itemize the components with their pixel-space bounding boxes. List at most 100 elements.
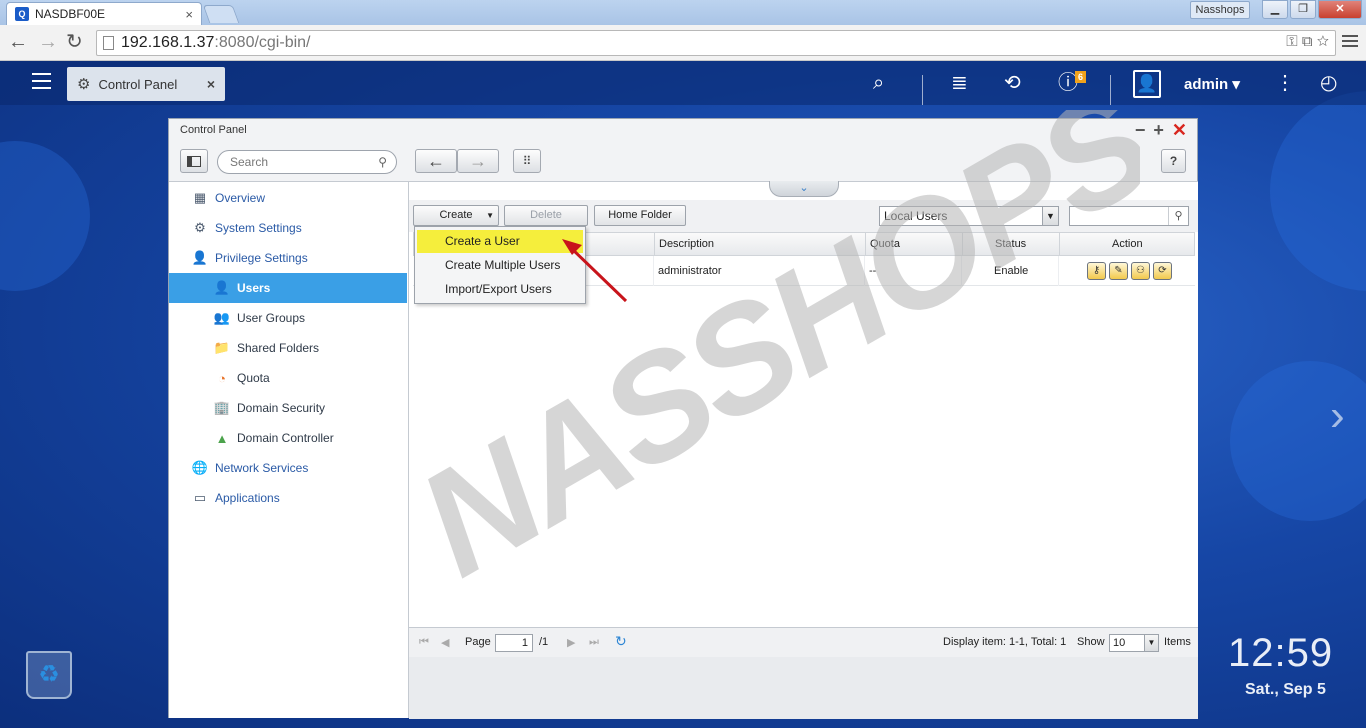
chrome-menu-icon[interactable] <box>1342 32 1358 52</box>
minimize-icon[interactable]: − <box>1135 120 1146 141</box>
sidebar-item-domain-controller[interactable]: ▲ Domain Controller <box>169 423 407 453</box>
apps-grid-button[interactable]: ⠿ <box>513 149 541 173</box>
sidebar-item-user-groups[interactable]: 👥 User Groups <box>169 303 407 333</box>
dropdown-arrow-icon: ▼ <box>486 211 494 220</box>
sidebar-item-network-services[interactable]: 🌐 Network Services <box>169 453 407 483</box>
filter-search-field[interactable]: ⚲ <box>1069 206 1189 226</box>
column-header-description[interactable]: Description <box>654 233 865 255</box>
tray-icon: ▭ <box>193 490 207 505</box>
forward-button[interactable]: → <box>457 149 499 173</box>
sidebar-item-users[interactable]: 👤 Users <box>169 273 407 303</box>
maximize-icon[interactable]: + <box>1153 120 1164 141</box>
edit-profile-icon[interactable]: ✎ <box>1109 262 1128 280</box>
sidebar-item-shared-folders[interactable]: 📁 Shared Folders <box>169 333 407 363</box>
menu-item-import-export-users[interactable]: Import/Export Users <box>417 278 583 301</box>
search-input[interactable] <box>230 155 370 169</box>
minimize-button[interactable]: ▁ <box>1262 0 1288 19</box>
url-host: 192.168.1.37 <box>121 34 215 51</box>
key-icon[interactable]: ⚿ <box>1286 33 1297 50</box>
collapse-panel-toggle[interactable]: ⌄ <box>769 181 839 197</box>
triangle-icon: ▲ <box>215 430 229 446</box>
create-button[interactable]: Create ▼ <box>413 205 499 226</box>
user-scope-select[interactable]: Local Users ▼ <box>879 206 1059 226</box>
more-options-icon[interactable]: ⋮ <box>1275 71 1295 95</box>
chevron-down-icon: ▼ <box>1144 635 1158 651</box>
translate-icon[interactable]: ⧉ <box>1302 33 1313 50</box>
notification-badge: 6 <box>1075 71 1087 83</box>
search-field[interactable]: ⚲ <box>217 150 397 174</box>
window-controls: − + ✕ <box>1135 120 1187 141</box>
close-tab-icon[interactable]: × <box>185 7 193 22</box>
dashboard-gauge-icon[interactable]: ◴ <box>1320 71 1337 95</box>
background-tasks-icon[interactable]: ≣ <box>951 71 968 95</box>
sidebar-item-overview[interactable]: ▦ Overview <box>169 183 407 213</box>
panel-bottom <box>409 657 1198 719</box>
column-header-status[interactable]: Status <box>962 233 1059 255</box>
items-per-page-value: 10 <box>1113 637 1126 649</box>
sidebar-item-applications[interactable]: ▭ Applications <box>169 483 407 513</box>
close-icon[interactable]: ✕ <box>1172 120 1187 141</box>
gear-icon: ⚙ <box>77 76 91 93</box>
edit-user-group-icon[interactable]: ⚇ <box>1131 262 1150 280</box>
change-password-icon[interactable]: ⚷ <box>1087 262 1106 280</box>
user-menu[interactable]: admin ▾ <box>1184 75 1240 93</box>
recycle-bin-icon[interactable]: ♻ <box>26 651 72 699</box>
search-icon[interactable]: ⚲ <box>378 155 387 169</box>
menu-item-create-multiple-users[interactable]: Create Multiple Users <box>417 254 583 277</box>
cell-description: administrator <box>653 256 864 286</box>
edit-folder-permission-icon[interactable]: ⟳ <box>1153 262 1172 280</box>
search-icon[interactable]: ⚲ <box>1168 207 1188 225</box>
reload-icon[interactable]: ↻ <box>66 31 83 53</box>
page-number-input[interactable]: 1 <box>495 634 533 652</box>
main-menu-icon[interactable] <box>32 73 51 94</box>
sidebar-item-system-settings[interactable]: ⚙ System Settings <box>169 213 407 243</box>
prev-page-icon[interactable]: ◀ <box>441 636 449 649</box>
taskbar-tab-label: Control Panel <box>98 76 178 92</box>
delete-button[interactable]: Delete <box>504 205 588 226</box>
sidebar-item-quota[interactable]: ◔ Quota <box>169 363 407 393</box>
user-group-icon: 👥 <box>213 310 231 325</box>
back-icon[interactable]: ← <box>8 31 28 53</box>
background-bubble <box>1230 361 1366 521</box>
external-device-icon[interactable]: ⟲ <box>1004 71 1021 95</box>
help-button[interactable]: ? <box>1161 149 1186 173</box>
toggle-sidebar-button[interactable] <box>180 149 208 173</box>
next-desktop-arrow-icon[interactable]: › <box>1330 391 1345 441</box>
url-field[interactable]: 192.168.1.37:8080/cgi-bin/ ⚿ ⧉ ☆ <box>96 30 1336 56</box>
new-tab-button[interactable] <box>202 5 240 23</box>
search-icon[interactable]: ⌕ <box>873 71 884 95</box>
maximize-button[interactable]: ❐ <box>1290 0 1316 19</box>
date: Sat., Sep 5 <box>1245 681 1326 698</box>
menu-item-create-user[interactable]: Create a User <box>417 230 583 253</box>
next-page-icon[interactable]: ▶ <box>567 636 575 649</box>
left-arrow-icon: ← <box>427 151 445 171</box>
profile-button[interactable]: Nasshops <box>1190 1 1250 19</box>
back-button[interactable]: ← <box>415 149 457 173</box>
items-per-page-select[interactable]: 10 ▼ <box>1109 634 1159 652</box>
star-icon[interactable]: ☆ <box>1317 33 1329 50</box>
browser-tab[interactable]: Q NASDBF00E × <box>6 2 202 25</box>
sidebar-item-label: Network Services <box>215 461 309 475</box>
window-close-button[interactable]: ✕ <box>1318 0 1362 19</box>
user-avatar-icon[interactable]: 👤 <box>1133 70 1161 98</box>
chevron-down-icon: ⌄ <box>799 182 809 194</box>
sidebar-layout-icon <box>187 156 201 168</box>
refresh-icon[interactable]: ↻ <box>615 633 627 650</box>
globe-icon: 🌐 <box>191 460 209 475</box>
taskbar-tab-control-panel[interactable]: ⚙ Control Panel × <box>67 67 225 101</box>
close-icon[interactable]: × <box>207 76 215 92</box>
column-header-quota[interactable]: Quota <box>865 233 962 255</box>
forward-icon[interactable]: → <box>38 31 58 53</box>
last-page-icon[interactable]: ⏭ <box>589 636 599 649</box>
cell-quota: -- <box>864 256 961 286</box>
divider <box>922 75 923 105</box>
sidebar-item-label: Shared Folders <box>237 341 320 355</box>
sidebar-item-label: Users <box>237 281 271 295</box>
home-folder-button[interactable]: Home Folder <box>594 205 686 226</box>
first-page-icon[interactable]: ⏮ <box>419 636 429 649</box>
sidebar-item-privilege-settings[interactable]: 👤 Privilege Settings <box>169 243 407 273</box>
address-bar: ← → ↻ 192.168.1.37:8080/cgi-bin/ ⚿ ⧉ ☆ <box>0 25 1366 61</box>
window-title: Control Panel <box>180 124 247 136</box>
sidebar-item-domain-security[interactable]: 🏢 Domain Security <box>169 393 407 423</box>
items-label: Items <box>1164 636 1191 648</box>
